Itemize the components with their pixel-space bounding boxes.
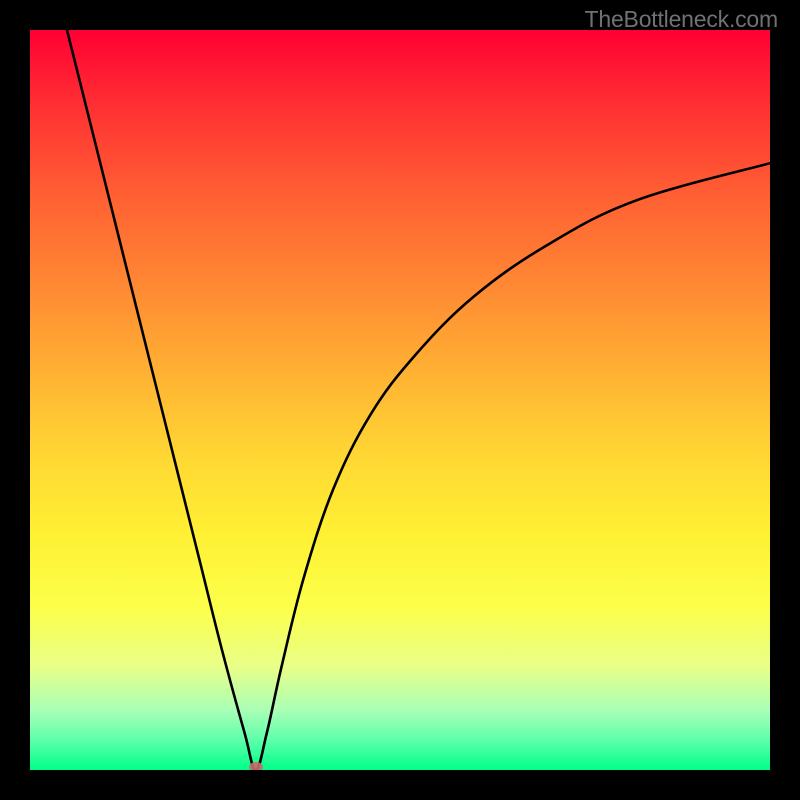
bottleneck-curve	[67, 30, 770, 770]
plot-area	[30, 30, 770, 770]
chart-container: TheBottleneck.com	[0, 0, 800, 800]
minimum-marker	[249, 762, 263, 770]
curve-svg	[30, 30, 770, 770]
watermark-text: TheBottleneck.com	[585, 6, 778, 33]
